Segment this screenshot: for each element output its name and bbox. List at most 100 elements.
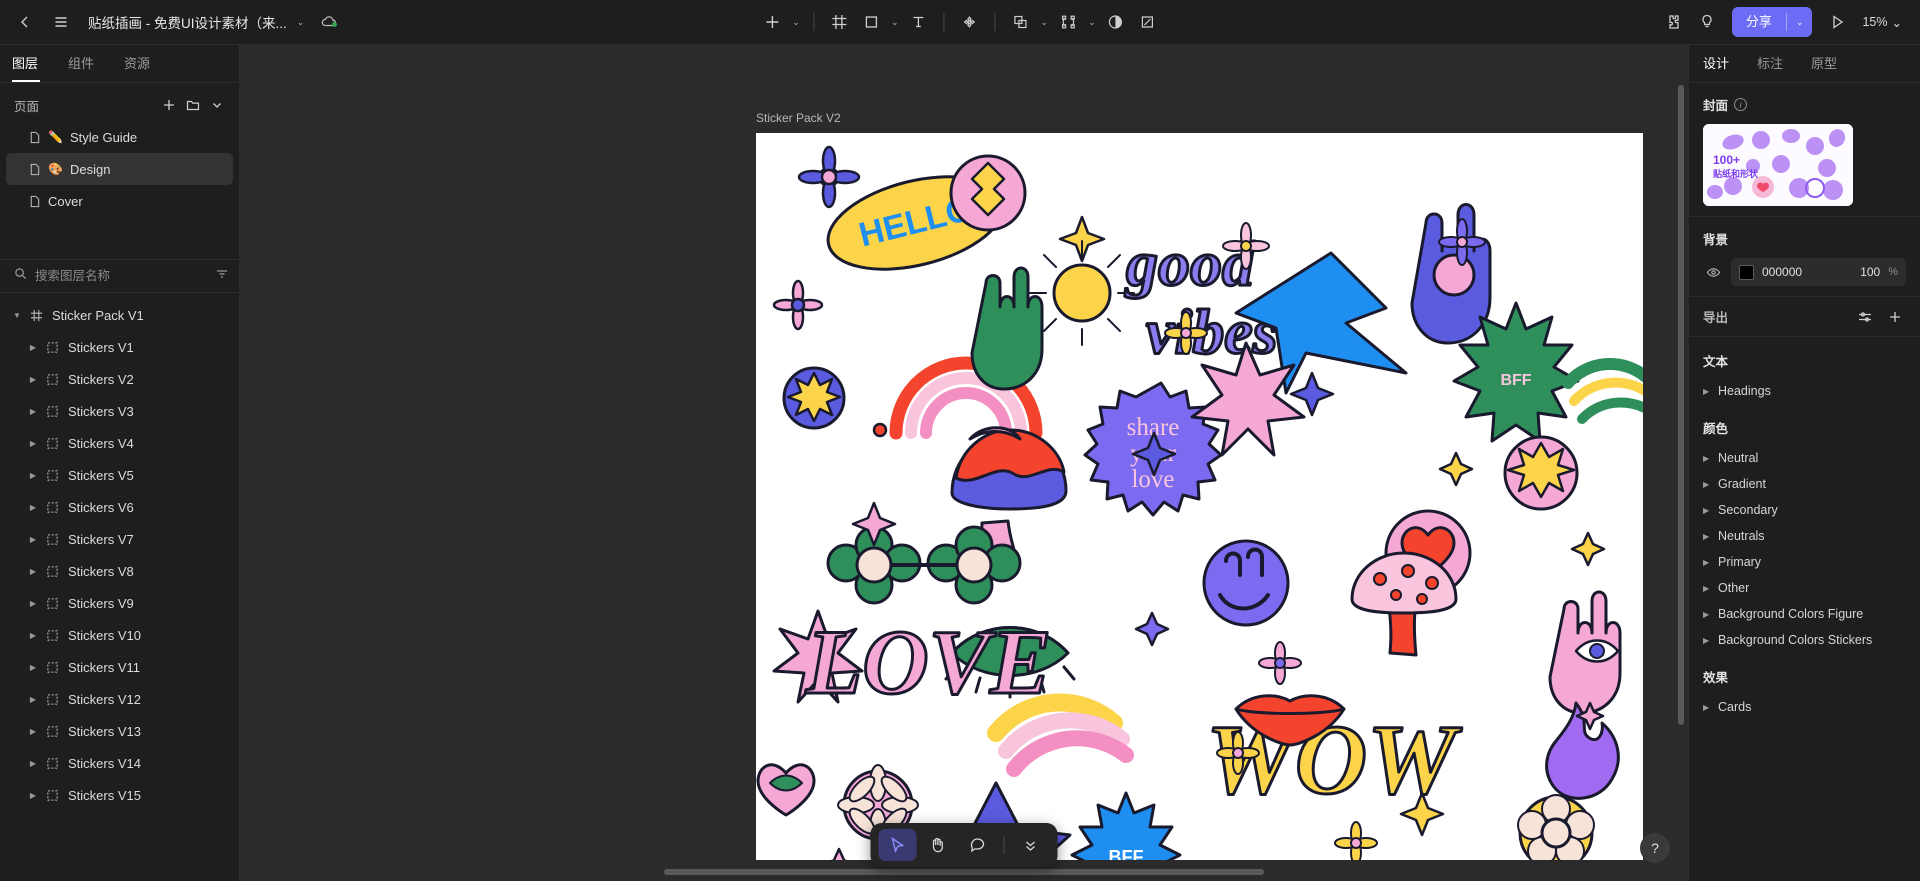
layer-row[interactable]: ▶ Stickers V9 — [0, 587, 239, 619]
play-present-icon[interactable] — [1822, 7, 1852, 37]
crop-tool-icon[interactable] — [1133, 7, 1163, 37]
layer-row[interactable]: ▶ Stickers V11 — [0, 651, 239, 683]
layer-row[interactable]: ▶ Stickers V8 — [0, 555, 239, 587]
shape-tool-caret[interactable]: ⌄ — [888, 17, 902, 28]
tab-annotate[interactable]: 标注 — [1757, 45, 1783, 82]
tab-components[interactable]: 组件 — [68, 45, 110, 82]
layer-expand-arrow[interactable]: ▼ — [8, 311, 26, 320]
layer-expand-arrow[interactable]: ▶ — [24, 535, 42, 544]
frame-tool-icon[interactable] — [824, 7, 854, 37]
layer-expand-arrow[interactable]: ▶ — [24, 407, 42, 416]
layer-row[interactable]: ▶ Stickers V6 — [0, 491, 239, 523]
chevron-right-icon[interactable]: ▶ — [1703, 584, 1711, 593]
vector-tool-caret[interactable]: ⌄ — [1085, 17, 1099, 28]
lightbulb-icon[interactable] — [1692, 7, 1722, 37]
hamburger-menu-icon[interactable] — [46, 7, 76, 37]
canvas-area[interactable]: Sticker Pack V2 HELLO LOVE good vibes sh… — [240, 45, 1688, 881]
style-item[interactable]: ▶ Background Colors Stickers — [1689, 627, 1920, 653]
tab-design[interactable]: 设计 — [1703, 45, 1729, 82]
chevron-right-icon[interactable]: ▶ — [1703, 610, 1711, 619]
layer-row[interactable]: ▶ Stickers V12 — [0, 683, 239, 715]
layer-row[interactable]: ▶ Stickers V10 — [0, 619, 239, 651]
contrast-mask-icon[interactable] — [1101, 7, 1131, 37]
document-title-caret[interactable]: ⌄ — [297, 17, 305, 28]
add-tool-icon[interactable] — [757, 7, 787, 37]
tab-layers[interactable]: 图层 — [12, 45, 54, 82]
cover-thumbnail[interactable]: 100+ 贴纸和形状 — [1703, 124, 1853, 206]
layer-expand-arrow[interactable]: ▶ — [24, 791, 42, 800]
layer-row[interactable]: ▶ Stickers V2 — [0, 363, 239, 395]
style-item[interactable]: ▶ Other — [1689, 575, 1920, 601]
cursor-tool[interactable] — [878, 829, 917, 861]
layer-expand-arrow[interactable]: ▶ — [24, 375, 42, 384]
chevron-right-icon[interactable]: ▶ — [1703, 636, 1711, 645]
layer-expand-arrow[interactable]: ▶ — [24, 599, 42, 608]
artboard-sticker-pack-v2[interactable]: HELLO LOVE good vibes share love BFF WOW… — [756, 133, 1643, 860]
layer-expand-arrow[interactable]: ▶ — [24, 567, 42, 576]
color-hex-value[interactable]: 000000 — [1762, 265, 1852, 279]
chevron-right-icon[interactable]: ▶ — [1703, 454, 1711, 463]
layer-row[interactable]: ▶ Stickers V7 — [0, 523, 239, 555]
opacity-value[interactable]: 100 — [1860, 265, 1880, 279]
tab-prototype[interactable]: 原型 — [1811, 45, 1837, 82]
color-swatch[interactable] — [1739, 264, 1754, 280]
style-item[interactable]: ▶ Cards — [1689, 694, 1920, 720]
eye-icon[interactable] — [1703, 265, 1723, 280]
background-color-field[interactable]: 000000 100 % — [1731, 258, 1906, 286]
folder-icon[interactable] — [181, 93, 205, 117]
info-icon[interactable]: i — [1734, 98, 1748, 111]
filter-icon[interactable] — [215, 267, 229, 286]
layer-row[interactable]: ▶ Stickers V4 — [0, 427, 239, 459]
style-item[interactable]: ▶ Neutral — [1689, 445, 1920, 471]
chevron-right-icon[interactable]: ▶ — [1703, 532, 1711, 541]
layer-expand-arrow[interactable]: ▶ — [24, 631, 42, 640]
style-item[interactable]: ▶ Neutrals — [1689, 523, 1920, 549]
frame-label[interactable]: Sticker Pack V2 — [756, 111, 841, 125]
layer-row[interactable]: ▶ Stickers V3 — [0, 395, 239, 427]
layer-expand-arrow[interactable]: ▶ — [24, 343, 42, 352]
help-button[interactable]: ? — [1640, 833, 1670, 863]
plugin-icon[interactable] — [1658, 7, 1688, 37]
style-item[interactable]: ▶ Secondary — [1689, 497, 1920, 523]
horizontal-scrollbar[interactable] — [664, 869, 1264, 875]
layer-expand-arrow[interactable]: ▶ — [24, 695, 42, 704]
chevron-right-icon[interactable]: ▶ — [1703, 387, 1711, 396]
vector-tool-icon[interactable] — [1053, 7, 1083, 37]
sliders-icon[interactable] — [1850, 302, 1880, 332]
document-title[interactable]: 贴纸插画 - 免费UI设计素材（来... — [88, 12, 287, 32]
boolean-tool-icon[interactable] — [1006, 7, 1036, 37]
layer-row[interactable]: ▶ Stickers V1 — [0, 331, 239, 363]
comment-tool[interactable] — [959, 829, 997, 861]
page-item-design[interactable]: 🎨 Design — [6, 153, 233, 185]
chevron-down-icon[interactable] — [205, 93, 229, 117]
style-item[interactable]: ▶ Background Colors Figure — [1689, 601, 1920, 627]
share-dropdown-caret[interactable]: ⌄ — [1787, 7, 1813, 37]
layer-expand-arrow[interactable]: ▶ — [24, 439, 42, 448]
hand-tool[interactable] — [919, 829, 957, 861]
layer-row[interactable]: ▶ Stickers V14 — [0, 747, 239, 779]
layer-expand-arrow[interactable]: ▶ — [24, 759, 42, 768]
style-item[interactable]: ▶ Gradient — [1689, 471, 1920, 497]
layer-expand-arrow[interactable]: ▶ — [24, 727, 42, 736]
add-tool-caret[interactable]: ⌄ — [789, 17, 803, 28]
tab-assets[interactable]: 资源 — [124, 45, 166, 82]
layer-row[interactable]: ▶ Stickers V13 — [0, 715, 239, 747]
layer-row[interactable]: ▼ Sticker Pack V1 — [0, 299, 239, 331]
chevrons-down-icon[interactable] — [1012, 829, 1050, 861]
page-item-cover[interactable]: Cover — [6, 185, 233, 217]
layer-row[interactable]: ▶ Stickers V15 — [0, 779, 239, 811]
back-icon[interactable] — [10, 7, 40, 37]
layer-expand-arrow[interactable]: ▶ — [24, 663, 42, 672]
search-input[interactable] — [35, 269, 207, 283]
layer-expand-arrow[interactable]: ▶ — [24, 503, 42, 512]
plus-icon[interactable] — [157, 93, 181, 117]
shape-tool-icon[interactable] — [856, 7, 886, 37]
share-button[interactable]: 分享 ⌄ — [1731, 7, 1813, 37]
cloud-sync-icon[interactable] — [320, 13, 338, 31]
layer-expand-arrow[interactable]: ▶ — [24, 471, 42, 480]
boolean-tool-caret[interactable]: ⌄ — [1038, 17, 1052, 28]
layer-row[interactable]: ▶ Stickers V5 — [0, 459, 239, 491]
vertical-scrollbar[interactable] — [1678, 85, 1684, 725]
chevron-right-icon[interactable]: ▶ — [1703, 506, 1711, 515]
chevron-right-icon[interactable]: ▶ — [1703, 480, 1711, 489]
